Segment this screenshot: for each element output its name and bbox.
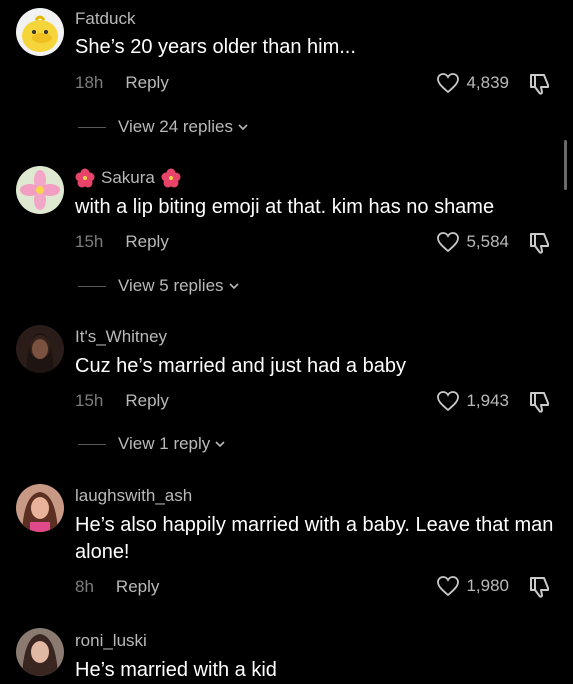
- comment-time: 8h: [75, 577, 94, 596]
- avatar[interactable]: [16, 484, 64, 532]
- view-replies-button[interactable]: View 5 replies: [78, 276, 240, 296]
- heart-outline-icon: [437, 73, 460, 94]
- avatar[interactable]: [16, 166, 64, 214]
- view-replies-label: View 1 reply: [118, 434, 211, 453]
- comment-text: He’s also happily married with a baby. L…: [75, 514, 554, 563]
- comment-text: Cuz he’s married and just had a baby: [75, 355, 406, 377]
- comment-meta: 15h Reply: [75, 232, 169, 252]
- comment-time: 18h: [75, 73, 104, 92]
- comment-username-row[interactable]: Sakura: [75, 168, 181, 188]
- reply-button[interactable]: Reply: [116, 577, 159, 597]
- avatar[interactable]: [16, 628, 64, 676]
- thumbs-down-icon[interactable]: [527, 574, 553, 600]
- chevron-down-icon: [228, 283, 239, 290]
- thumbs-down-icon[interactable]: [527, 230, 553, 256]
- view-replies-label: View 5 replies: [118, 276, 224, 295]
- comment-username[interactable]: roni_luski: [75, 631, 147, 651]
- divider-line: [78, 126, 106, 128]
- avatar[interactable]: [16, 8, 64, 56]
- heart-outline-icon: [437, 576, 460, 597]
- divider-line: [78, 285, 106, 287]
- comment-text: with a lip biting emoji at that. kim has…: [75, 196, 495, 218]
- comment-meta: 8h Reply: [75, 577, 159, 597]
- reply-button[interactable]: Reply: [125, 391, 168, 411]
- view-replies-button[interactable]: View 1 reply: [78, 434, 226, 454]
- reply-button[interactable]: Reply: [125, 232, 168, 252]
- view-replies-button[interactable]: View 24 replies: [78, 117, 249, 137]
- comment-username[interactable]: Fatduck: [75, 9, 135, 29]
- like-button[interactable]: 5,584: [436, 231, 509, 253]
- view-replies-label: View 24 replies: [118, 117, 233, 136]
- hibiscus-emoji-icon: [75, 168, 95, 188]
- comment-username[interactable]: It's_Whitney: [75, 327, 167, 347]
- heart-outline-icon: [437, 232, 460, 253]
- chevron-down-icon: [238, 124, 248, 131]
- reply-button[interactable]: Reply: [125, 73, 168, 93]
- comment-username[interactable]: laughswith_ash: [75, 486, 192, 506]
- comment-meta: 15h Reply: [75, 391, 169, 411]
- like-count: 4,839: [466, 73, 509, 92]
- thumbs-down-icon[interactable]: [527, 389, 553, 415]
- comment-text: She’s 20 years older than him...: [75, 36, 356, 58]
- thumbs-down-icon[interactable]: [527, 71, 553, 97]
- like-button[interactable]: 1,980: [436, 575, 509, 597]
- avatar[interactable]: [16, 325, 64, 373]
- comment-time: 15h: [75, 232, 104, 251]
- comment-username: Sakura: [101, 168, 155, 187]
- hibiscus-emoji-icon: [161, 168, 181, 188]
- heart-outline-icon: [437, 391, 460, 412]
- like-count: 1,943: [466, 391, 509, 410]
- like-button[interactable]: 4,839: [436, 72, 509, 94]
- comment-time: 15h: [75, 391, 104, 410]
- scrollbar[interactable]: [564, 140, 567, 190]
- like-count: 5,584: [466, 232, 509, 251]
- chevron-down-icon: [215, 441, 225, 448]
- divider-line: [78, 443, 106, 445]
- like-button[interactable]: 1,943: [436, 390, 509, 412]
- comment-meta: 18h Reply: [75, 73, 169, 93]
- like-count: 1,980: [466, 576, 509, 595]
